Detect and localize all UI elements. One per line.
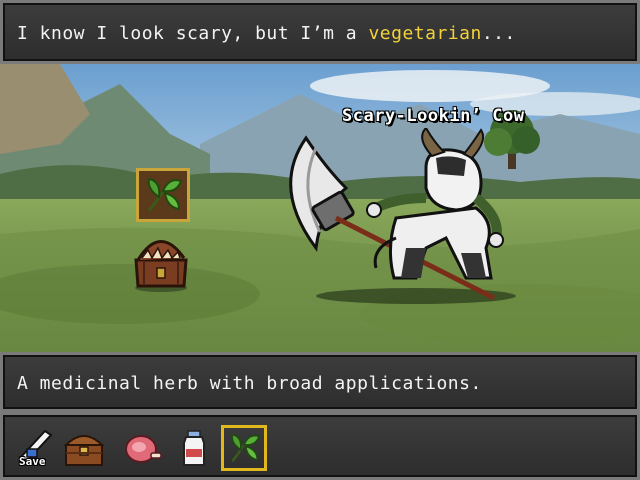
item-description-box: A medicinal herb with broad applications…: [0, 352, 640, 412]
scene-herb-item[interactable]: [136, 168, 190, 222]
save-label: Save: [19, 455, 46, 468]
battle-scene: Scary-Lookin’ Cow: [0, 64, 640, 352]
toolbar-item-chest[interactable]: [61, 425, 107, 471]
toolbar-item-meat[interactable]: [119, 425, 165, 471]
dialog-text: I know I look scary, but I’m a vegetaria…: [17, 23, 516, 44]
herb-icon: [147, 177, 183, 212]
enemy-name-label: Scary-Lookin’ Cow: [342, 106, 525, 126]
cow-enemy[interactable]: [276, 126, 532, 308]
item-description-text: A medicinal herb with broad applications…: [17, 373, 482, 394]
dialog-box: I know I look scary, but I’m a vegetaria…: [0, 0, 640, 64]
toolbar-item-milk[interactable]: [171, 425, 217, 471]
mimic-chest-enemy[interactable]: [130, 228, 192, 292]
milk-bottle-icon: [183, 430, 205, 466]
meat-icon: [125, 435, 162, 463]
herb-icon: [231, 433, 261, 463]
dialog-text-start: I know I look scary, but I’m a: [17, 23, 369, 44]
item-toolbar: Save: [0, 412, 640, 480]
cow-axe-icon: [289, 126, 516, 304]
save-button[interactable]: Save: [11, 425, 57, 471]
mimic-chest-icon: [134, 240, 188, 292]
treasure-chest-icon: [63, 435, 105, 466]
toolbar-item-herb[interactable]: [221, 425, 267, 471]
dialog-highlight-word: vegetarian: [368, 23, 482, 44]
dialog-text-end: ...: [481, 23, 516, 44]
